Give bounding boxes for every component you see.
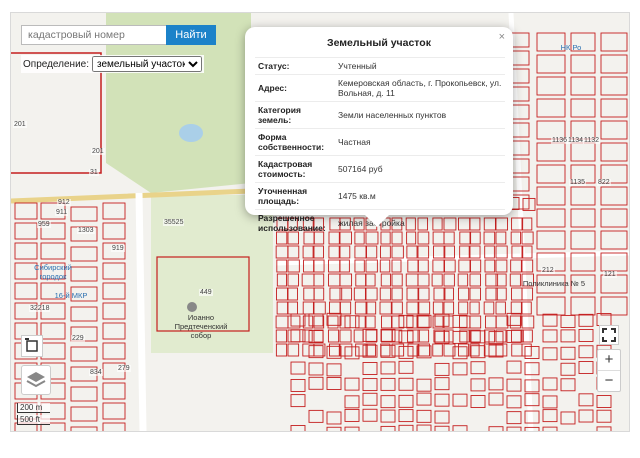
table-row: Кадастровая стоимость: 507164 руб bbox=[255, 155, 505, 183]
label-201a: 201 bbox=[13, 121, 27, 128]
row-key-address: Адрес: bbox=[255, 74, 335, 102]
zoom-in-button[interactable]: + bbox=[598, 350, 620, 370]
label-912: 912 bbox=[57, 199, 71, 206]
table-row: Форма собственности: Частная bbox=[255, 128, 505, 156]
label-201b: 201 bbox=[91, 148, 105, 155]
row-key-use: Разрешенное использование: bbox=[255, 209, 335, 236]
label-212: 212 bbox=[541, 267, 555, 274]
label-229: 229 bbox=[71, 335, 85, 342]
label-35525: 35525 bbox=[163, 219, 185, 226]
label-1132: 1132 bbox=[583, 137, 601, 144]
label-449: 449 bbox=[199, 289, 213, 296]
popup-title: Земельный участок bbox=[327, 37, 431, 49]
label-1135: 1135 bbox=[569, 179, 587, 186]
cadastral-search-input[interactable] bbox=[21, 25, 166, 45]
table-row: Статус: Учтенный bbox=[255, 57, 505, 75]
row-value-ownership: Частная bbox=[335, 128, 505, 156]
label-911: 911 bbox=[55, 209, 69, 216]
nk-label: НК Ро bbox=[560, 43, 582, 52]
label-1134: 1134 bbox=[567, 137, 585, 144]
row-value-use: жилая застройка bbox=[335, 209, 505, 236]
row-value-address: Кемеровская область, г. Прокопьевск, ул.… bbox=[335, 74, 505, 102]
church-icon bbox=[187, 302, 197, 312]
definition-label: Определение: bbox=[23, 58, 90, 70]
row-key-ownership: Форма собственности: bbox=[255, 128, 335, 156]
row-key-value: Кадастровая стоимость: bbox=[255, 155, 335, 183]
label-1303: 1303 bbox=[77, 227, 95, 234]
label-121: 121 bbox=[603, 271, 617, 278]
table-row: Разрешенное использование: жилая застройк… bbox=[255, 209, 505, 236]
fullscreen-button[interactable] bbox=[599, 325, 619, 345]
label-919: 919 bbox=[111, 245, 125, 252]
town-label: Сибирский городок bbox=[34, 263, 72, 281]
scale-bar: 200 m 500 ft bbox=[17, 403, 50, 427]
table-row: Уточненная площадь: 1475 кв.м bbox=[255, 182, 505, 210]
table-row: Категория земель: Земли населенных пункто… bbox=[255, 101, 505, 129]
layers-icon bbox=[26, 372, 46, 388]
row-key-area: Уточненная площадь: bbox=[255, 182, 335, 210]
find-button[interactable]: Найти bbox=[166, 25, 216, 45]
parcel-info-popup: × Земельный участок Статус: Учтенный Адре… bbox=[245, 27, 513, 236]
clinic-label: Поликлиника № 5 bbox=[522, 279, 586, 288]
road-vertical bbox=[135, 192, 147, 431]
row-value-category: Земли населенных пунктов bbox=[335, 101, 505, 129]
label-822: 822 bbox=[597, 179, 611, 186]
row-key-category: Категория земель: bbox=[255, 101, 335, 129]
row-value-status: Учтенный bbox=[335, 57, 505, 75]
label-31: 31 bbox=[89, 169, 99, 176]
definition-control: Определение: земельный участок bbox=[21, 55, 205, 73]
select-tool-button[interactable] bbox=[21, 335, 43, 357]
row-key-status: Статус: bbox=[255, 57, 335, 75]
map-frame: 201 201 31 35525 449 912 959 911 1303 91… bbox=[10, 12, 630, 432]
mkr-label: 16-й МКР bbox=[54, 291, 88, 300]
pond bbox=[179, 124, 203, 142]
fullscreen-icon bbox=[602, 328, 616, 342]
scale-imperial: 500 ft bbox=[17, 415, 50, 425]
label-32218: 32218 bbox=[29, 305, 51, 312]
label-834: 834 bbox=[89, 369, 103, 376]
close-icon[interactable]: × bbox=[499, 31, 505, 43]
layers-button[interactable] bbox=[21, 365, 51, 395]
parcel-info-table: Статус: Учтенный Адрес: Кемеровская област… bbox=[255, 57, 505, 236]
zoom-control: + − bbox=[597, 349, 621, 392]
row-value-area: 1475 кв.м bbox=[335, 182, 505, 210]
row-value-value: 507164 руб bbox=[335, 155, 505, 183]
church-label: Иоанно Предтеченский собор bbox=[174, 313, 228, 340]
label-959: 959 bbox=[37, 221, 51, 228]
label-1136: 1136 bbox=[551, 137, 569, 144]
search-bar: Найти bbox=[21, 25, 216, 45]
select-area-icon bbox=[25, 338, 38, 352]
scale-metric: 200 m bbox=[17, 403, 50, 413]
definition-select[interactable]: земельный участок bbox=[92, 56, 203, 72]
label-279: 279 bbox=[117, 365, 131, 372]
zoom-out-button[interactable]: − bbox=[598, 370, 620, 391]
table-row: Адрес: Кемеровская область, г. Прокопьевс… bbox=[255, 74, 505, 102]
